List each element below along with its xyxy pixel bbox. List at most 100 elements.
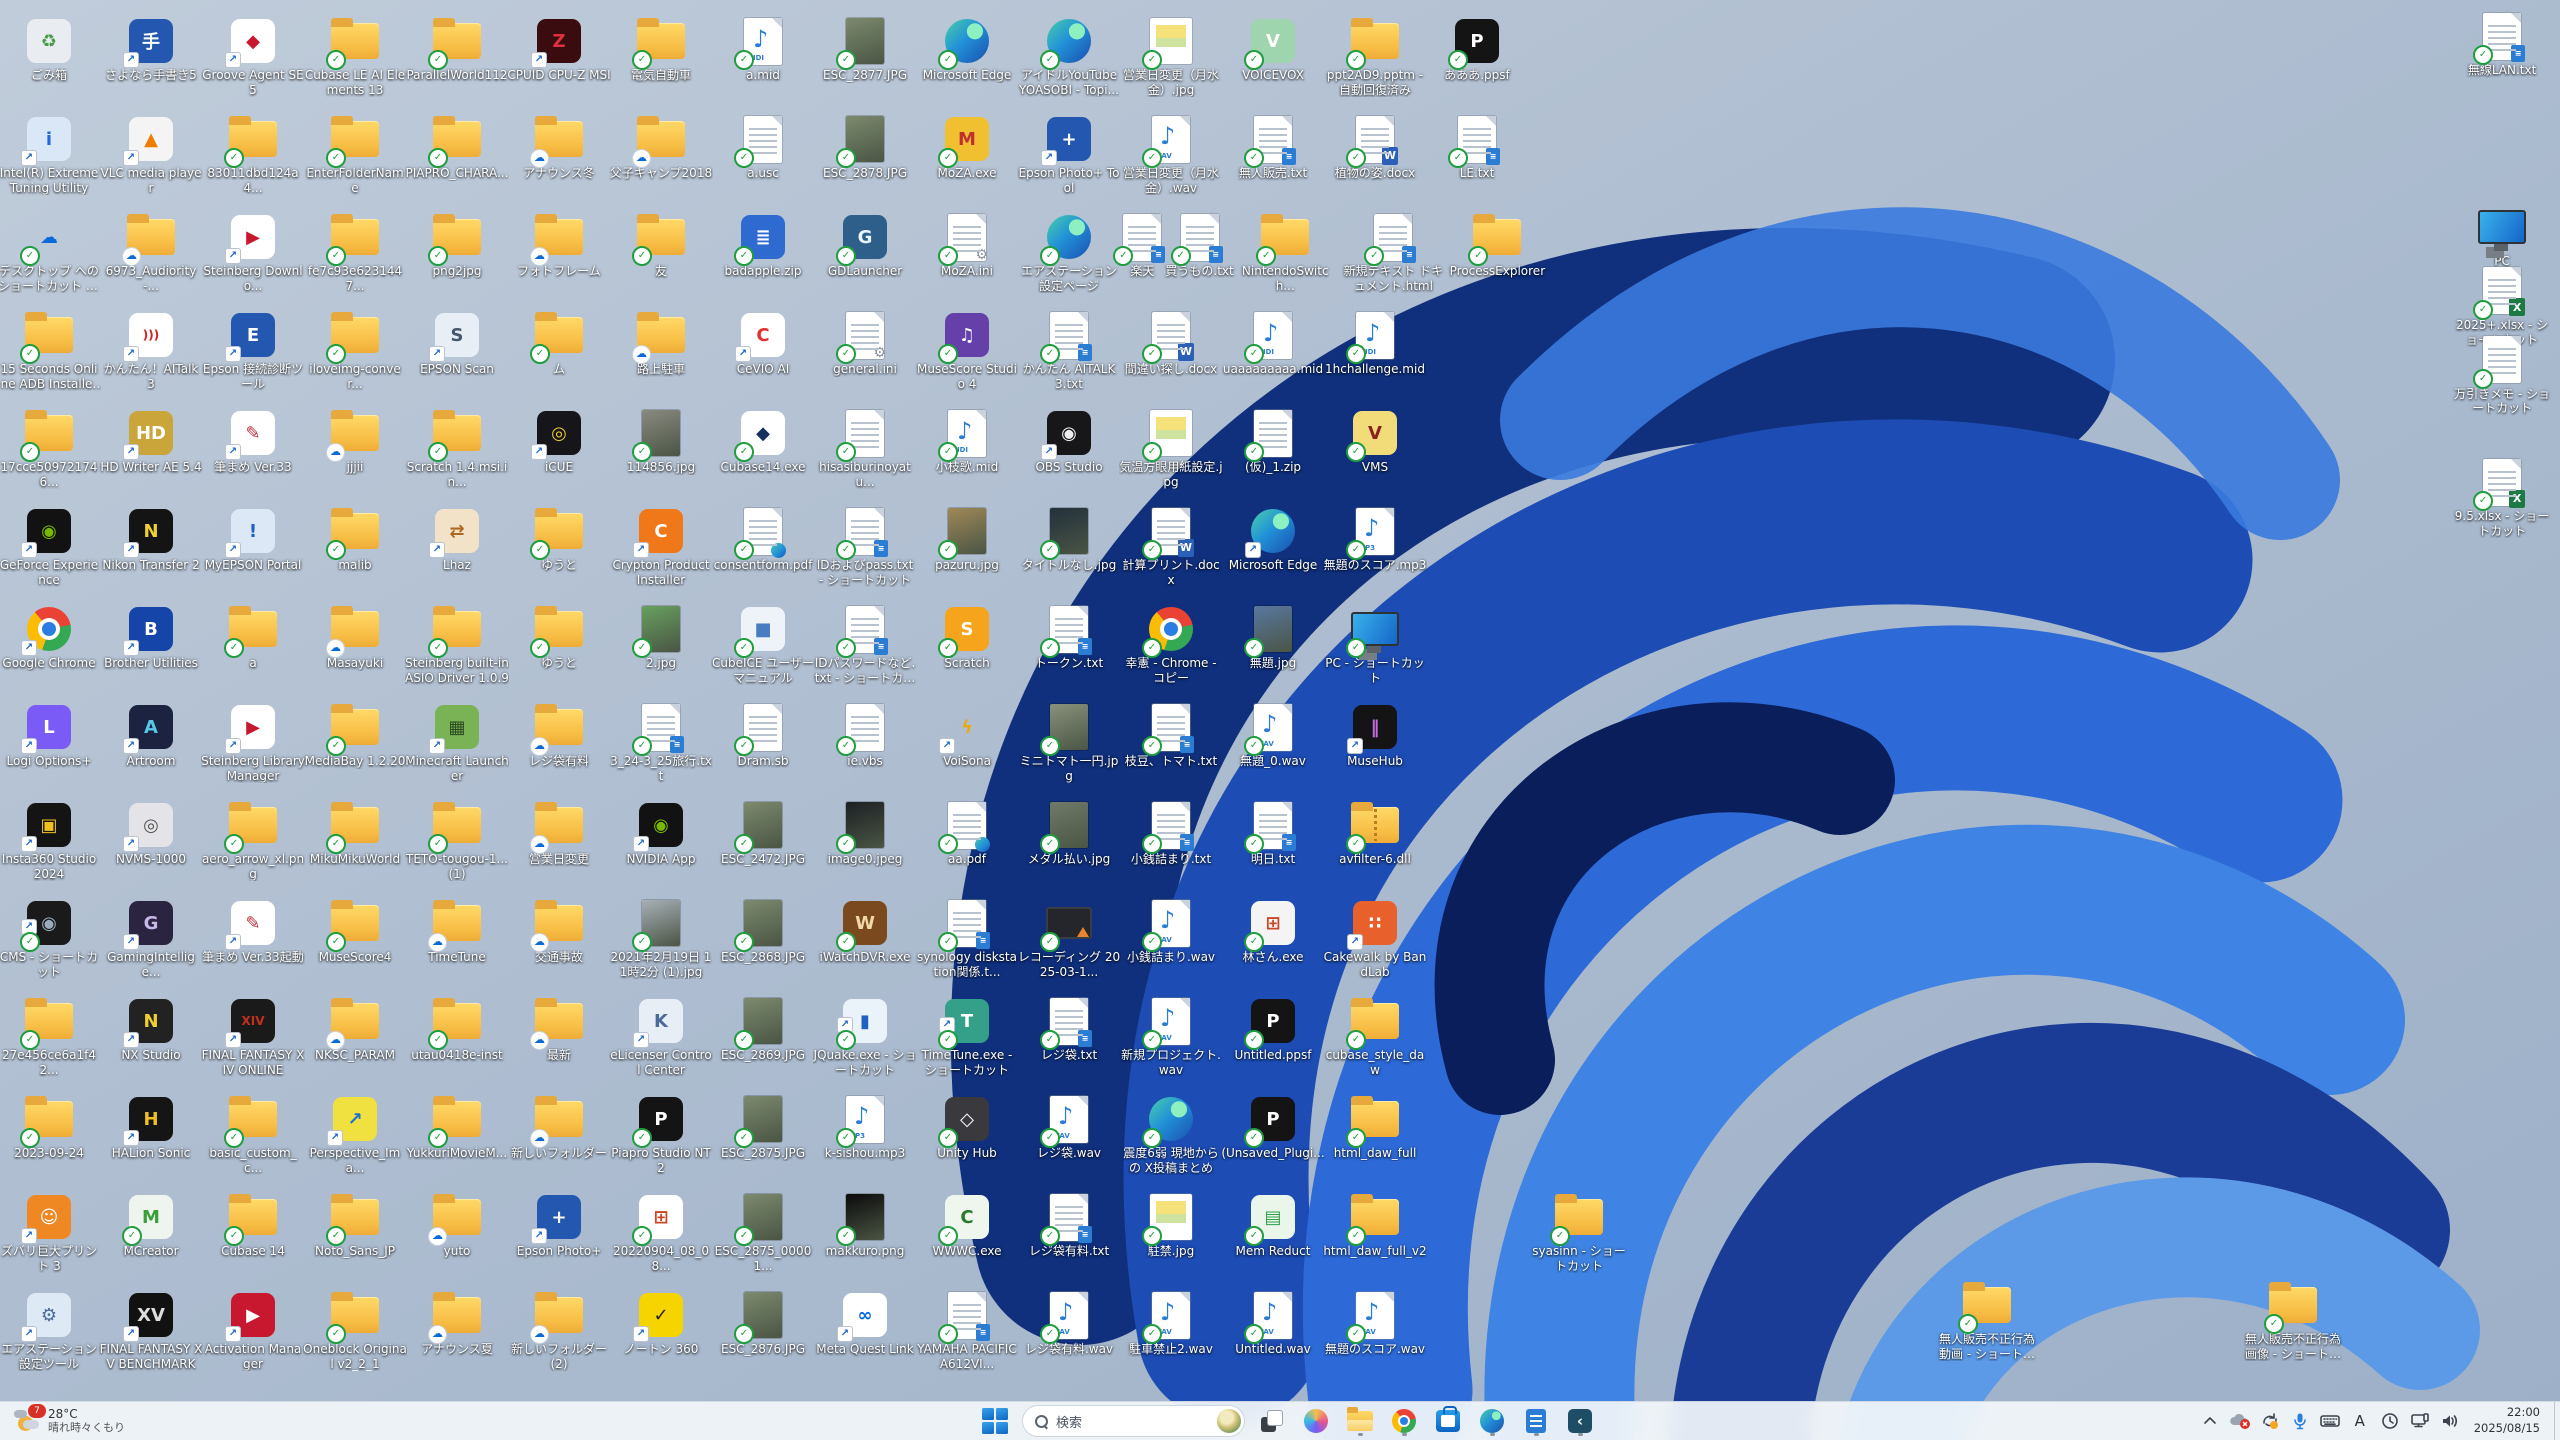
desktop-icon[interactable]: ✓ (仮)_1.zip (1221, 409, 1325, 475)
desktop-icon[interactable]: ◉ ↗ NVIDIA App (609, 801, 713, 867)
desktop-icon[interactable]: ✓ ie.vbs (813, 703, 917, 769)
desktop-icon[interactable]: ☁ 交通事故 (507, 899, 611, 965)
desktop-icon[interactable]: ▲ ↗ VLC media player (99, 115, 203, 195)
desktop-icon[interactable]: ✓ Steinberg built-in ASIO Driver 1.0.9 (405, 605, 509, 685)
desktop-icon[interactable]: ▦ ↗ Minecraft Launcher (405, 703, 509, 783)
desktop-icon[interactable]: ✓ ミニトマト一円.jpg (1017, 703, 1121, 783)
desktop-icon[interactable]: ◇ ✓ Unity Hub (915, 1095, 1019, 1161)
taskbar-app-cubase[interactable]: ‹ (1563, 1405, 1597, 1437)
desktop-icon[interactable]: ≣ ✓ badapple.zip (711, 213, 815, 279)
desktop-icon[interactable]: P ✓ Piapro Studio NT2 (609, 1095, 713, 1175)
desktop-icon[interactable]: E ↗ Epson 接続診断ツール (201, 311, 305, 391)
desktop-icon[interactable]: ✓ MikuMikuWorld (303, 801, 407, 867)
desktop-icon[interactable]: ◉ ↗ OBS Studio (1017, 409, 1121, 475)
desktop-icon[interactable]: ✓ consentform.pdf (711, 507, 815, 573)
desktop-icon[interactable]: XV ↗ FINAL FANTASY XV BENCHMARK (99, 1291, 203, 1371)
desktop-icon[interactable]: ✓ EnterFolderName (303, 115, 407, 195)
desktop-icon[interactable]: ≡ ✓ 新規テキスト ドキュメント.html (1341, 213, 1445, 293)
desktop-icon[interactable]: ♫ ✓ MuseScore Studio 4 (915, 311, 1019, 391)
tray-microphone-icon[interactable] (2286, 1406, 2314, 1436)
desktop-icon[interactable]: V ✓ VMS (1323, 409, 1427, 475)
desktop-icon[interactable]: L ↗ Logi Options+ (0, 703, 101, 769)
desktop-icon[interactable]: ♪ WAV ✓ 無題のスコア.wav (1323, 1291, 1427, 1357)
desktop-icon[interactable]: ✓ ESC_2472.JPG (711, 801, 815, 867)
desktop-icon[interactable]: P ✓ あああ.ppsf (1425, 17, 1529, 83)
desktop-icon[interactable]: ✓ 友 (609, 213, 713, 279)
desktop-icon[interactable]: ☁ yuto (405, 1193, 509, 1259)
desktop-icon[interactable]: S ✓ Scratch (915, 605, 1019, 671)
desktop-icon[interactable]: ♪ MIDI ✓ 1hchallenge.mid (1323, 311, 1427, 377)
tray-volume-icon[interactable] (2436, 1406, 2464, 1436)
desktop-icon[interactable]: ◉ ↗ ✓ CMS - ショートカット (0, 899, 101, 979)
desktop-icon[interactable]: C ↗ CeVIO AI (711, 311, 815, 377)
desktop-icon[interactable]: W ✓ 植物の姿.docx (1323, 115, 1427, 181)
desktop-icon[interactable]: ✓ ゆうと (507, 507, 611, 573)
desktop-icon[interactable]: ✓ ProcessExplorer (1445, 213, 1549, 279)
taskbar-app-microsoft-store[interactable] (1431, 1405, 1465, 1437)
desktop-icon[interactable]: ≡ ✓ synology diskstation関係.t... (915, 899, 1019, 979)
desktop-icon[interactable]: i ↗ Intel(R) Extreme Tuning Utility (0, 115, 101, 195)
tray-ime-mode[interactable]: A (2346, 1406, 2374, 1436)
desktop-icon[interactable]: ✓ 無題.jpg (1221, 605, 1325, 671)
tray-onedrive-error-icon[interactable] (2226, 1406, 2254, 1436)
desktop-icon[interactable]: ♪ WAV ✓ 営業日変更（月水金）.wav (1119, 115, 1223, 195)
desktop-icon[interactable]: ✓ avfilter-6.dll (1323, 801, 1427, 867)
tray-network-icon[interactable] (2406, 1406, 2434, 1436)
desktop-icon[interactable]: ☁ フォトフレーム (507, 213, 611, 279)
tray-touch-keyboard-icon[interactable] (2316, 1406, 2344, 1436)
desktop-icon[interactable]: ♪ WAV ✓ 無題_0.wav (1221, 703, 1325, 769)
desktop-icon[interactable]: ≡ ✓ LE.txt (1425, 115, 1529, 181)
desktop-icon[interactable]: ☁ アナウンス冬 (507, 115, 611, 181)
desktop-icon[interactable]: ↗ Google Chrome (0, 605, 101, 671)
desktop-icon[interactable]: ✓ malib (303, 507, 407, 573)
desktop-icon[interactable]: ≡ ✓ トークン.txt (1017, 605, 1121, 671)
taskbar-app-file-explorer[interactable] (1343, 1405, 1377, 1437)
desktop-icon[interactable]: ✓ ppt2AD9.pptm - 自動回復済み (1323, 17, 1427, 97)
desktop-icon[interactable]: G ↗ GamingIntellige... (99, 899, 203, 979)
desktop-icon[interactable]: ≡ ✓ レジ袋有料.txt (1017, 1193, 1121, 1259)
desktop-icon[interactable]: M ✓ MoZA.exe (915, 115, 1019, 181)
desktop-icon[interactable]: HD ↗ HD Writer AE 5.4 (99, 409, 203, 475)
desktop-icon[interactable]: ☁ 路上駐車 (609, 311, 713, 377)
desktop-icon[interactable]: ≡ ✓ 枝豆、トマト.txt (1119, 703, 1223, 769)
desktop-icon[interactable]: N ↗ NX Studio (99, 997, 203, 1063)
desktop-icon[interactable]: ✓ ム (507, 311, 611, 377)
desktop-icon[interactable]: C ↗ Crypton Product Installer (609, 507, 713, 587)
desktop-icon[interactable]: ✓ ↗ ノートン 360 (609, 1291, 713, 1357)
taskbar-app-chrome[interactable] (1387, 1405, 1421, 1437)
desktop-icon[interactable]: ♪ WAV ✓ 小銭詰まり.wav (1119, 899, 1223, 965)
desktop-icon[interactable]: ✓ PC - ショートカット (1323, 605, 1427, 685)
desktop-icon[interactable]: ✓ 114856.jpg (609, 409, 713, 475)
desktop-icon[interactable]: ⊞ ✓ 林さん.exe (1221, 899, 1325, 965)
desktop-icon[interactable]: ✓ image0.jpeg (813, 801, 917, 867)
taskbar-app-copilot[interactable] (1299, 1405, 1333, 1437)
desktop-icon[interactable]: ✓ レコーディング 2025-03-1... (1017, 899, 1121, 979)
desktop-icon[interactable]: ✓ ESC_2877.JPG (813, 17, 917, 83)
desktop-icon[interactable]: ✓ 営業日変更（月水金）.jpg (1119, 17, 1223, 97)
desktop-icon[interactable]: ♪ MIDI ✓ uaaaaaaaaa.mid (1221, 311, 1325, 377)
desktop-icon[interactable]: X ✓ 9.5.xlsx - ショートカット (2450, 458, 2554, 538)
desktop-icon[interactable]: ✓ 万引きメモ - ショートカット (2450, 336, 2554, 416)
desktop-icon[interactable]: ✓無人販売不正行為動画 - ショートカット (1935, 1281, 2039, 1361)
desktop-icon[interactable]: ♪ WAV ✓ 新規プロジェクト.wav (1119, 997, 1223, 1077)
desktop-icon[interactable]: P ✓ Untitled.ppsf (1221, 997, 1325, 1063)
desktop-icon[interactable]: ✓ NintendoSwitch... (1233, 213, 1337, 293)
desktop-icon[interactable]: S ↗ EPSON Scan (405, 311, 509, 377)
desktop-icon[interactable]: ☁ 新しいフォルダー (507, 1095, 611, 1161)
desktop-icon[interactable]: ✓ MuseScore4 (303, 899, 407, 965)
desktop-icon[interactable]: ↗ ↗ Perspective_Ima... (303, 1095, 407, 1175)
desktop-icon[interactable]: ✓ Microsoft Edge (915, 17, 1019, 83)
desktop-icon[interactable]: T ↗ ✓ TimeTune.exe - ショートカット (915, 997, 1019, 1077)
desktop-icon[interactable]: ▶ ↗ Activation Manager (201, 1291, 305, 1371)
desktop-icon[interactable]: ☁ 最新 (507, 997, 611, 1063)
desktop-icon[interactable]: ✓ メダル払い.jpg (1017, 801, 1121, 867)
desktop-icon[interactable]: ✓ Dram.sb (711, 703, 815, 769)
desktop-icon[interactable]: ⚙ ↗ エアステーション設定ツール (0, 1291, 101, 1371)
desktop-icon[interactable]: ♪ MP3 ✓ 無題のスコア.mp3 (1323, 507, 1427, 573)
desktop-icon[interactable]: ✓15 Seconds Online ADB Installer an... (0, 311, 101, 391)
desktop-icon[interactable]: ⚙ ✓ MoZA.ini (915, 213, 1019, 279)
desktop-icon[interactable]: P ✓ (Unsaved_Plugi... (1221, 1095, 1325, 1161)
desktop-icon[interactable]: ))) ↗ かんたん！AITalk 3 (99, 311, 203, 391)
desktop-icon[interactable]: ☁ 父子キャンプ2018 (609, 115, 713, 181)
desktop-icon[interactable]: XIV ↗ FINAL FANTASY XIV ONLINE (201, 997, 305, 1077)
